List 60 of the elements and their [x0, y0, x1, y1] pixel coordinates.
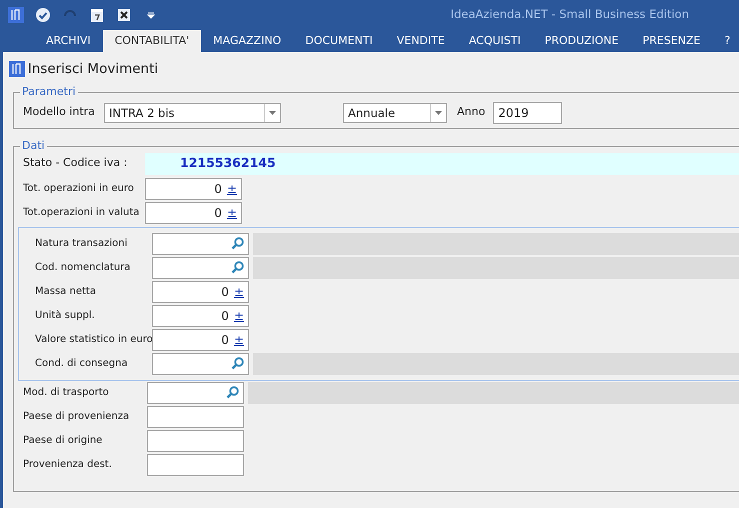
lookup-field[interactable] [152, 352, 249, 374]
spin-button[interactable]: ± [226, 182, 237, 194]
menu-tab[interactable]: PRESENZE [630, 30, 712, 52]
spin-button[interactable]: ± [234, 334, 244, 346]
app-logo [9, 61, 25, 77]
period-dropdown[interactable]: Annuale [343, 102, 447, 122]
spin-button[interactable]: ± [234, 286, 244, 298]
search-icon[interactable] [231, 261, 244, 274]
menu-tab[interactable]: CONTABILITA' [102, 30, 202, 52]
field-label: Massa netta [35, 285, 97, 299]
calculator-icon[interactable] [89, 7, 105, 23]
year-field[interactable]: 2019 [493, 102, 562, 124]
lookup-field[interactable] [152, 256, 249, 278]
model-dropdown[interactable]: INTRA 2 bis [104, 102, 281, 122]
menu-tab[interactable]: MAGAZZINO [201, 30, 294, 52]
group-legend: Parametri [20, 84, 78, 98]
spreadsheet-icon[interactable] [116, 7, 132, 23]
search-icon[interactable] [226, 386, 239, 399]
field-label: Cond. di consegna [35, 357, 129, 371]
field-label: Tot.operazioni in valuta [23, 206, 140, 220]
field-label: Anno [457, 104, 486, 120]
field-label: Modello intra [23, 104, 96, 120]
field-label: Paese di origine [23, 434, 104, 448]
caret-icon [269, 110, 276, 114]
number-field[interactable]: 0 ± [152, 304, 249, 326]
field-label: Mod. di trasporto [23, 386, 110, 400]
lookup-field[interactable] [152, 232, 249, 254]
menu-tab[interactable]: ARCHIVI [34, 30, 103, 52]
spin-button[interactable]: ± [226, 206, 237, 218]
field-label: Stato - Codice iva : [23, 155, 128, 172]
search-icon[interactable] [231, 357, 244, 370]
window-title: IdeaAzienda.NET - Small Business Edition [450, 6, 689, 24]
menu-tab[interactable]: DOCUMENTI [293, 30, 385, 52]
field-label: Provenienza dest. [23, 458, 113, 472]
field-label: Cod. nomenclatura [35, 261, 132, 275]
menu-tab[interactable]: PRODUZIONE [532, 30, 631, 52]
number-field[interactable]: 0 ± [145, 202, 242, 224]
number-field[interactable]: 0 ± [145, 178, 242, 200]
app-logo [8, 7, 24, 23]
check-icon[interactable] [35, 7, 51, 23]
input-field[interactable] [147, 454, 244, 476]
field-label: Natura transazioni [35, 237, 128, 251]
form-title: Inserisci Movimenti [28, 60, 158, 79]
spin-button[interactable]: ± [234, 310, 244, 322]
field-label: Valore statistico in euro [35, 333, 152, 347]
field-label: Tot. operazioni in euro [23, 182, 135, 196]
number-field[interactable]: 0 ± [152, 280, 249, 302]
menu-tab[interactable]: ? [712, 30, 739, 52]
group-legend: Dati [20, 138, 47, 152]
search-icon[interactable] [231, 237, 244, 250]
input-field[interactable] [147, 430, 244, 452]
caret-icon [435, 110, 442, 114]
input-field[interactable] [147, 406, 244, 428]
menu-tab[interactable]: VENDITE [384, 30, 457, 52]
menu-tab[interactable]: ACQUISTI [456, 30, 533, 52]
field-label: Paese di provenienza [23, 410, 130, 424]
lookup-field[interactable] [147, 382, 244, 404]
vat-field: 12155362145 [145, 152, 739, 174]
number-field[interactable]: 0 ± [152, 328, 249, 350]
field-label: Unità suppl. [35, 309, 96, 323]
